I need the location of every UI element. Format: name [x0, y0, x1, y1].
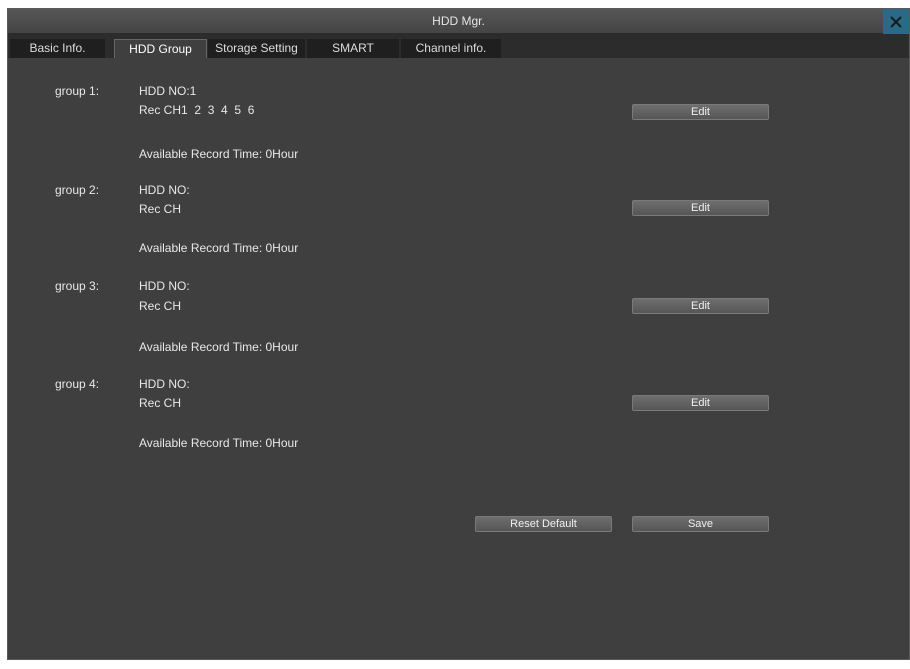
window-title: HDD Mgr.	[432, 14, 485, 28]
group-1-edit-button[interactable]: Edit	[632, 104, 769, 120]
group-4-label: group 4:	[55, 377, 100, 391]
tab-smart[interactable]: SMART	[307, 39, 399, 58]
group-1-available-time: Available Record Time: 0Hour	[139, 147, 299, 161]
close-icon	[890, 15, 902, 28]
group-3-edit-button[interactable]: Edit	[632, 298, 769, 314]
group-4-available-time: Available Record Time: 0Hour	[139, 436, 299, 450]
group-4-edit-button[interactable]: Edit	[632, 395, 769, 411]
tab-basic-info[interactable]: Basic Info.	[10, 39, 105, 58]
tab-hdd-group[interactable]: HDD Group	[114, 39, 207, 58]
group-2-available-time: Available Record Time: 0Hour	[139, 241, 299, 255]
group-4-hdd-no: HDD NO:	[139, 377, 190, 391]
reset-default-button[interactable]: Reset Default	[475, 516, 612, 532]
group-2-rec-ch: Rec CH	[139, 202, 182, 216]
group-4-rec-ch: Rec CH	[139, 396, 182, 410]
close-button[interactable]	[883, 9, 909, 34]
hdd-manager-window: HDD Mgr. Basic Info. HDD Group Storage S…	[7, 8, 910, 660]
group-1-label: group 1:	[55, 84, 100, 98]
group-2-label: group 2:	[55, 183, 100, 197]
group-1-hdd-no: HDD NO:1	[139, 84, 197, 98]
tab-channel-info[interactable]: Channel info.	[401, 39, 501, 58]
save-button[interactable]: Save	[632, 516, 769, 532]
group-3-hdd-no: HDD NO:	[139, 279, 190, 293]
tab-storage-setting[interactable]: Storage Setting	[208, 39, 305, 58]
group-2-edit-button[interactable]: Edit	[632, 200, 769, 216]
group-1-rec-ch: Rec CH1 2 3 4 5 6	[139, 103, 255, 117]
group-3-rec-ch: Rec CH	[139, 299, 182, 313]
tab-bar: Basic Info. HDD Group Storage Setting SM…	[8, 34, 909, 58]
group-3-available-time: Available Record Time: 0Hour	[139, 340, 299, 354]
group-3-label: group 3:	[55, 279, 100, 293]
group-2-hdd-no: HDD NO:	[139, 183, 190, 197]
title-bar: HDD Mgr.	[8, 9, 909, 34]
